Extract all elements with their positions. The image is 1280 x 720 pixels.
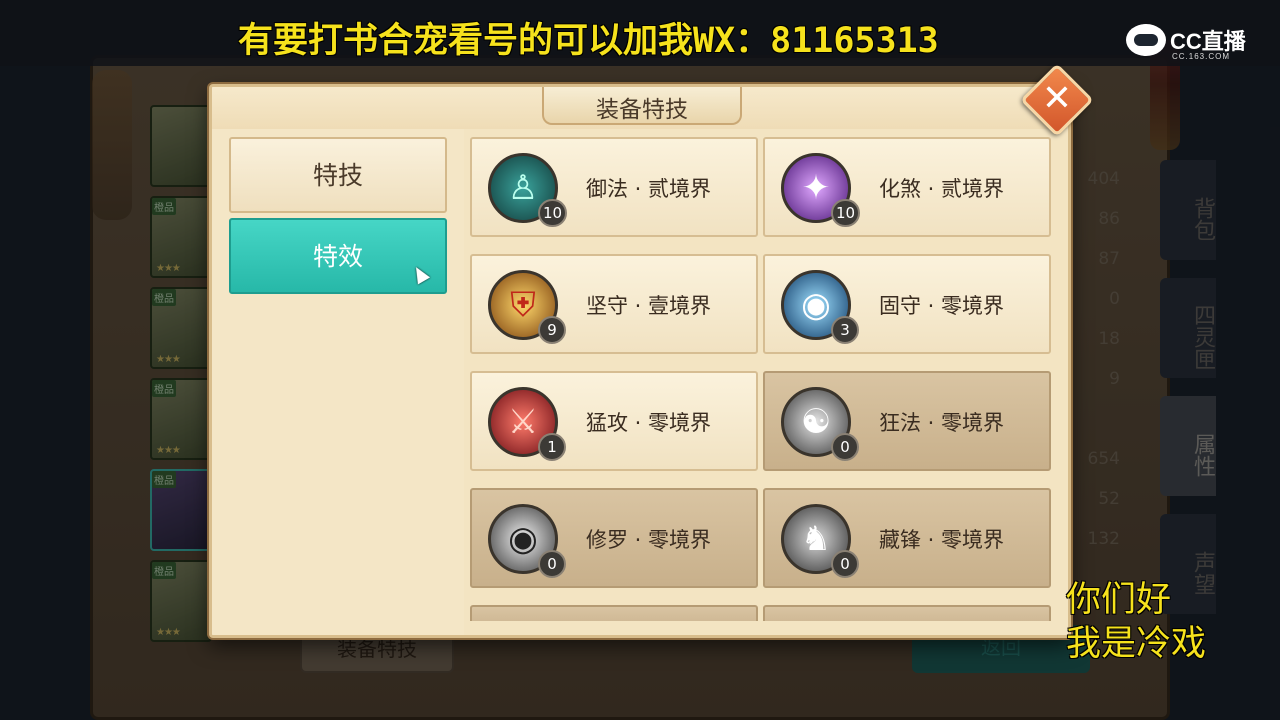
skill-card[interactable]: ♙ 10 御法 · 贰境界: [470, 137, 758, 237]
cc-logo-icon: [1126, 24, 1166, 56]
streamer-greeting: 你们好 我是冷戏: [1066, 578, 1280, 666]
dialog-header: 装备特技: [212, 87, 1068, 129]
skill-level-badge: 1: [538, 433, 566, 461]
dialog-title: 装备特技: [596, 97, 688, 123]
close-button[interactable]: ✕: [1031, 74, 1083, 126]
skill-level-badge: 0: [831, 550, 859, 578]
greeting-line: 你们好: [1066, 580, 1172, 620]
skill-level-badge: 0: [831, 433, 859, 461]
skill-card-partial[interactable]: [763, 605, 1051, 621]
skill-name: 猛攻 · 零境界: [586, 411, 712, 435]
platform-logo: CC直播 CC.163.COM: [1126, 20, 1266, 66]
skill-card[interactable]: ⚔ 1 猛攻 · 零境界: [470, 371, 758, 471]
tab-skills[interactable]: 特技: [229, 137, 447, 213]
skill-grid: ♙ 10 御法 · 贰境界 ✦ 10 化煞 · 贰境界 ⛨ 9 坚守 · 壹境界…: [470, 137, 1060, 621]
title-plate: 装备特技: [542, 87, 742, 125]
skill-card-locked[interactable]: ☯ 0 狂法 · 零境界: [763, 371, 1051, 471]
skill-name: 御法 · 贰境界: [586, 177, 712, 201]
greeting-line: 我是冷戏: [1066, 624, 1207, 664]
skill-level-badge: 9: [538, 316, 566, 344]
skill-level-badge: 3: [831, 316, 859, 344]
category-column: 特技 特效: [212, 129, 464, 635]
stream-banner-text: 有要打书合宠看号的可以加我WX：81165313: [238, 21, 939, 61]
skill-name: 狂法 · 零境界: [879, 411, 1005, 435]
skill-name: 固守 · 零境界: [879, 294, 1005, 318]
skill-name: 修罗 · 零境界: [586, 528, 712, 552]
skill-card[interactable]: ✦ 10 化煞 · 贰境界: [763, 137, 1051, 237]
equip-skill-dialog: 装备特技 特技 特效 ♙ 10 御法 · 贰境界 ✦ 10 化煞 · 贰境界 ⛨…: [209, 84, 1071, 638]
skill-level-badge: 10: [831, 199, 861, 227]
skill-card[interactable]: ⛨ 9 坚守 · 壹境界: [470, 254, 758, 354]
skill-name: 化煞 · 贰境界: [879, 177, 1005, 201]
skill-card-locked[interactable]: ◉ 0 修罗 · 零境界: [470, 488, 758, 588]
skill-name: 坚守 · 壹境界: [586, 294, 712, 318]
skill-name: 藏锋 · 零境界: [879, 528, 1005, 552]
skill-card[interactable]: ◉ 3 固守 · 零境界: [763, 254, 1051, 354]
platform-url: CC.163.COM: [1172, 52, 1231, 61]
tab-effects[interactable]: 特效: [229, 218, 447, 294]
skill-card-locked[interactable]: ♞ 0 藏锋 · 零境界: [763, 488, 1051, 588]
skill-level-badge: 10: [538, 199, 568, 227]
skill-level-badge: 0: [538, 550, 566, 578]
skill-card-partial[interactable]: [470, 605, 758, 621]
